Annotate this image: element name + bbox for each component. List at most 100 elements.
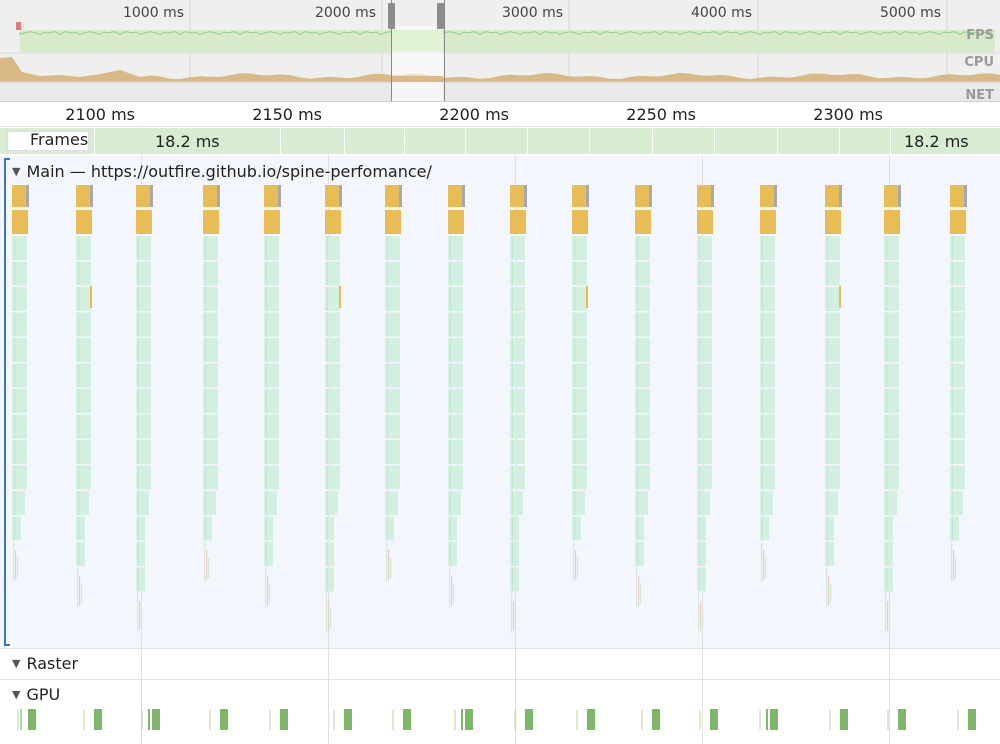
detail-time-ruler: 2100 ms 2150 ms 2200 ms 2250 ms 2300 ms: [0, 102, 1000, 127]
script-bar-edge: [205, 491, 206, 515]
gpu-bar: [587, 709, 595, 730]
main-track-title: Main — https://outfire.github.io/spine-p…: [26, 162, 432, 181]
script-bar-edge: [637, 516, 638, 541]
script-bar-edge: [886, 363, 887, 388]
task-bar: [264, 185, 280, 207]
script-bar: [136, 542, 145, 566]
trace-line: [204, 542, 206, 582]
task-bar: [325, 210, 341, 234]
frame-duration[interactable]: 18.2 ms: [904, 132, 969, 151]
task-bar: [697, 210, 713, 234]
main-track-header[interactable]: ▼ Main — https://outfire.github.io/spine-…: [12, 162, 432, 181]
left-window-handle[interactable]: [388, 3, 395, 29]
trace-line: [573, 542, 575, 582]
script-bar: [264, 516, 273, 541]
triangle-down-icon[interactable]: ▼: [12, 165, 20, 178]
script-bar-edge: [637, 491, 638, 515]
script-bar-edge: [138, 440, 139, 464]
net-band: [0, 82, 1000, 101]
gpu-bar-small: [148, 709, 150, 730]
script-bar-edge: [886, 542, 887, 566]
script-bar-edge: [266, 440, 267, 464]
gpu-bar-small: [766, 709, 768, 730]
task-bar: [448, 210, 464, 234]
task-bar-tail: [278, 185, 281, 207]
timeline-overview[interactable]: 1000 ms 2000 ms 3000 ms 4000 ms 5000 ms …: [0, 0, 1000, 102]
script-bar: [697, 516, 706, 541]
trace-line: [761, 542, 763, 582]
script-bar-edge: [699, 338, 700, 362]
script-bar-edge: [637, 261, 638, 286]
script-bar-edge: [327, 542, 328, 566]
script-bar-edge: [327, 440, 328, 464]
script-bar-edge: [574, 236, 575, 260]
task-bar: [825, 210, 841, 234]
triangle-down-icon[interactable]: ▼: [12, 657, 20, 670]
gpu-track[interactable]: ▼ GPU: [0, 679, 1000, 744]
main-flame-chart[interactable]: [0, 156, 1000, 648]
script-bar-edge: [637, 465, 638, 490]
gpu-track-header[interactable]: ▼ GPU: [12, 685, 60, 704]
script-bar-edge: [886, 516, 887, 541]
script-bar-edge: [450, 542, 451, 566]
script-bar-edge: [512, 414, 513, 439]
trace-line: [328, 601, 330, 631]
script-bar-edge: [952, 389, 953, 413]
script-bar: [884, 542, 893, 566]
right-window-handle[interactable]: [437, 3, 444, 29]
script-bar-edge: [138, 465, 139, 490]
script-bar-edge: [138, 338, 139, 362]
script-bar-edge: [14, 312, 15, 337]
script-bar-edge: [699, 236, 700, 260]
fps-track-label: FPS: [966, 28, 994, 43]
script-bar-edge: [450, 440, 451, 464]
frames-strip[interactable]: [0, 128, 1000, 154]
task-bar: [76, 210, 92, 234]
raster-track-header[interactable]: ▼ Raster: [12, 654, 78, 673]
script-bar-edge: [205, 440, 206, 464]
overview-tick-label: 1000 ms: [122, 5, 184, 21]
gpu-activity-chart[interactable]: [0, 680, 1000, 744]
gpu-bar: [344, 709, 352, 730]
script-bar-edge: [387, 338, 388, 362]
script-bar-edge: [699, 261, 700, 286]
script-bar-edge: [762, 389, 763, 413]
task-bar: [760, 185, 776, 207]
script-bar-edge: [574, 491, 575, 515]
script-bar-edge: [78, 440, 79, 464]
script-bar-edge: [827, 261, 828, 286]
script-bar: [950, 516, 959, 541]
script-bar-edge: [952, 465, 953, 490]
frame-duration[interactable]: 18.2 ms: [155, 132, 220, 151]
script-bar: [448, 516, 457, 541]
task-bar: [510, 185, 526, 207]
script-bar-edge: [574, 338, 575, 362]
script-bar-edge: [827, 312, 828, 337]
script-bar-edge: [762, 287, 763, 311]
script-bar: [884, 567, 893, 592]
trace-line: [386, 542, 388, 582]
task-bar: [825, 185, 841, 207]
script-bar-edge: [512, 261, 513, 286]
script-bar-edge: [886, 389, 887, 413]
detail-tick-label: 2250 ms: [626, 105, 696, 124]
gpu-bar-small: [461, 709, 463, 730]
script-bar-edge: [266, 261, 267, 286]
main-thread-track[interactable]: ▼ Main — https://outfire.github.io/spine-…: [0, 156, 1000, 648]
trace-line: [575, 550, 577, 580]
trace-line: [208, 558, 210, 578]
trace-line: [206, 550, 208, 580]
frames-track[interactable]: Frames 18.2 ms 18.2 ms: [0, 127, 1000, 155]
script-bar-edge: [327, 567, 328, 592]
frame-divider: [777, 128, 778, 154]
script-bar: [76, 516, 85, 541]
trace-line: [828, 575, 830, 606]
trace-line: [453, 583, 455, 604]
script-bar-edge: [512, 363, 513, 388]
frame-divider: [839, 128, 840, 154]
raster-track[interactable]: ▼ Raster: [0, 648, 1000, 679]
task-bar: [760, 210, 776, 234]
frame-divider: [404, 128, 405, 154]
task-bar-tail: [339, 185, 342, 207]
triangle-down-icon[interactable]: ▼: [12, 688, 20, 701]
